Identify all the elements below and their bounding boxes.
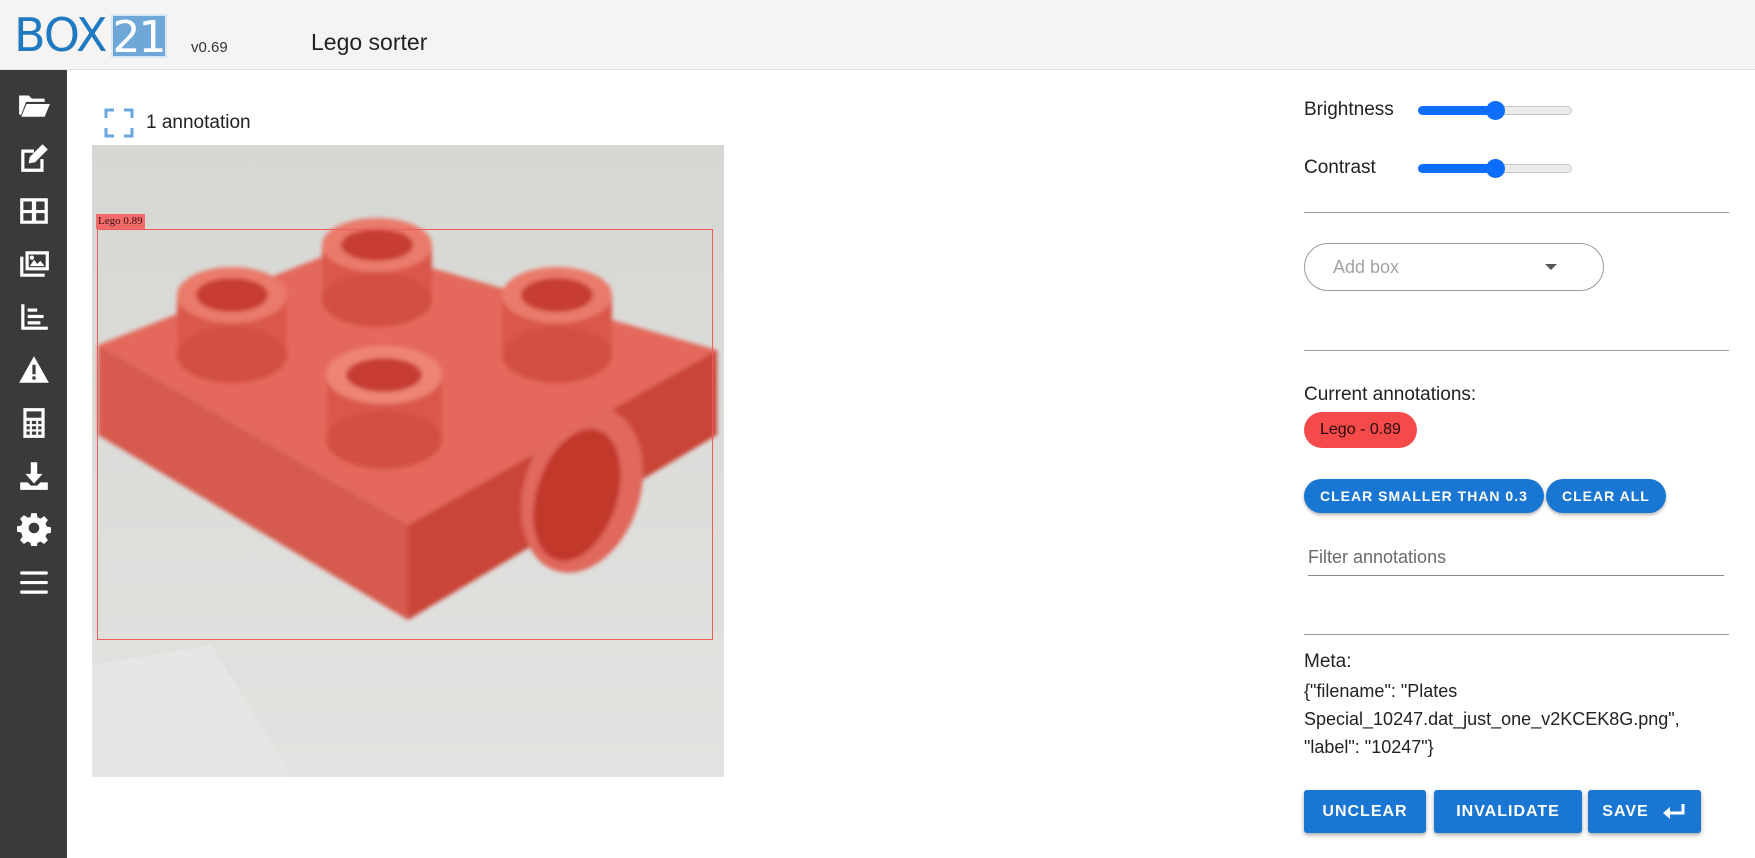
menu-icon xyxy=(19,571,48,594)
sidebar-item-grid[interactable] xyxy=(0,186,67,236)
filter-annotations-field xyxy=(1308,540,1724,576)
contrast-control: Contrast xyxy=(1304,153,1572,183)
divider xyxy=(1304,350,1729,351)
sidebar-item-menu[interactable] xyxy=(0,557,67,607)
divider xyxy=(1304,212,1729,213)
slider-thumb[interactable] xyxy=(1486,101,1505,120)
settings-icon xyxy=(16,513,51,546)
chevron-down-icon xyxy=(1545,264,1557,270)
bounding-box-label: Lego 0.89 xyxy=(96,214,145,229)
logo-text: BOX xyxy=(14,8,108,62)
app-version: v0.69 xyxy=(191,39,228,56)
invalidate-button-label: INVALIDATE xyxy=(1456,802,1560,820)
add-box-placeholder: Add box xyxy=(1333,256,1400,277)
brightness-control: Brightness xyxy=(1304,95,1572,125)
sidebar xyxy=(0,70,67,858)
clear-smaller-button[interactable]: CLEAR SMALLER THAN 0.3 xyxy=(1304,479,1544,513)
app-header: BOX 21 v0.69 Lego sorter xyxy=(0,0,1755,70)
annotation-count-label: 1 annotation xyxy=(146,112,251,133)
warning-icon xyxy=(18,356,49,383)
sidebar-item-gallery[interactable] xyxy=(0,239,67,289)
focus-icon[interactable] xyxy=(104,108,134,138)
sidebar-item-warnings[interactable] xyxy=(0,345,67,395)
save-button[interactable]: SAVE xyxy=(1588,790,1701,833)
images-icon xyxy=(19,251,49,277)
invalidate-button[interactable]: INVALIDATE xyxy=(1434,790,1582,833)
sidebar-item-export[interactable] xyxy=(0,451,67,501)
grid-icon xyxy=(19,198,48,224)
slider-fill xyxy=(1418,106,1495,115)
filter-annotations-input[interactable] xyxy=(1308,540,1724,574)
annotation-canvas[interactable]: Lego 0.89 xyxy=(92,145,724,777)
unclear-button-label: UNCLEAR xyxy=(1322,802,1408,820)
meta-value: {"filename": "Plates Special_10247.dat_j… xyxy=(1304,681,1680,757)
contrast-label: Contrast xyxy=(1304,157,1376,178)
unclear-button[interactable]: UNCLEAR xyxy=(1304,790,1426,833)
current-annotations-label: Current annotations: xyxy=(1304,384,1477,405)
save-button-label: SAVE xyxy=(1602,802,1649,820)
brightness-label: Brightness xyxy=(1304,99,1394,120)
add-box-select[interactable]: Add box xyxy=(1304,243,1604,291)
divider xyxy=(1304,634,1729,635)
calculator-icon xyxy=(22,408,45,438)
enter-icon xyxy=(1662,803,1685,819)
sidebar-item-projects[interactable] xyxy=(0,80,67,130)
meta-label: Meta: xyxy=(1304,651,1352,672)
annotation-chip[interactable]: Lego - 0.89 xyxy=(1304,412,1417,448)
slider-thumb[interactable] xyxy=(1486,159,1505,178)
edit-icon xyxy=(20,144,48,172)
download-icon xyxy=(19,462,48,490)
app-logo[interactable]: BOX 21 xyxy=(14,8,167,63)
sidebar-item-settings[interactable] xyxy=(0,504,67,554)
sidebar-item-annotate[interactable] xyxy=(0,133,67,183)
annotation-count: 1 annotation xyxy=(104,108,251,138)
logo-number: 21 xyxy=(110,12,167,63)
sidebar-item-stats[interactable] xyxy=(0,292,67,342)
sidebar-item-calculator[interactable] xyxy=(0,398,67,448)
bounding-box[interactable] xyxy=(97,229,713,640)
clear-all-button[interactable]: CLEAR ALL xyxy=(1546,479,1666,513)
chart-icon xyxy=(20,304,48,330)
brightness-slider[interactable] xyxy=(1418,95,1572,125)
slider-fill xyxy=(1418,164,1495,173)
folder-open-icon xyxy=(18,95,50,117)
contrast-slider[interactable] xyxy=(1418,153,1572,183)
project-title: Lego sorter xyxy=(311,29,428,55)
